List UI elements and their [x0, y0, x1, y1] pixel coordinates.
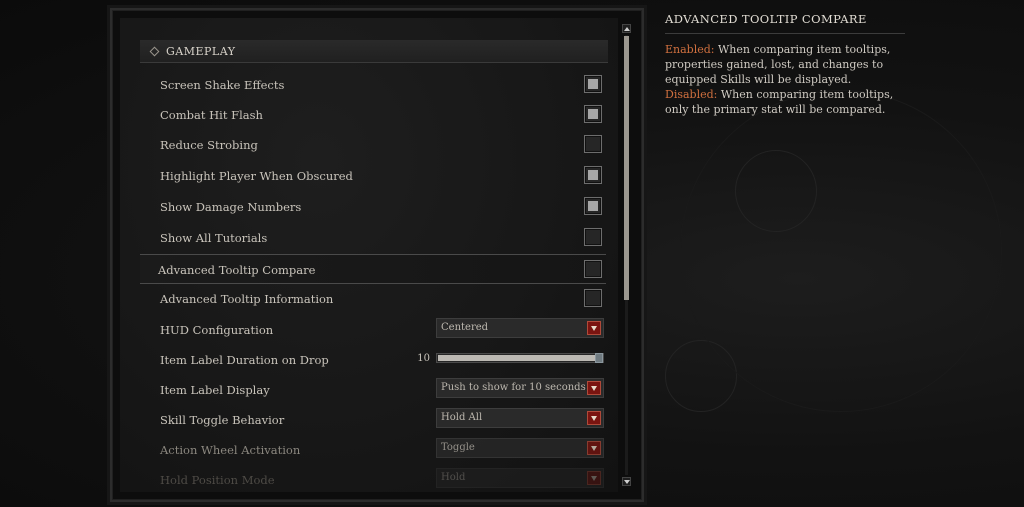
setting-row-item-label-duration[interactable]: Item Label Duration on Drop 10 — [142, 345, 606, 375]
slider-value: 10 — [417, 353, 430, 364]
dropdown-value: Push to show for 10 seconds — [441, 382, 586, 393]
setting-label: HUD Configuration — [160, 323, 274, 337]
setting-label: Advanced Tooltip Compare — [158, 263, 316, 277]
dropdown-value: Toggle — [441, 442, 475, 453]
dropdown-value: Centered — [441, 322, 489, 333]
background-ring — [680, 90, 1002, 412]
setting-row-highlight-player[interactable]: Highlight Player When Obscured — [142, 161, 606, 191]
chevron-down-icon[interactable] — [587, 411, 601, 425]
chevron-down-icon[interactable] — [587, 471, 601, 485]
action-wheel-activation-dropdown[interactable]: Toggle — [436, 438, 604, 458]
hold-position-mode-dropdown[interactable]: Hold — [436, 468, 604, 488]
slider-fill — [438, 355, 597, 361]
item-label-display-dropdown[interactable]: Push to show for 10 seconds — [436, 378, 604, 398]
highlight-player-checkbox[interactable] — [584, 166, 602, 184]
screen-shake-checkbox[interactable] — [584, 75, 602, 93]
setting-label: Skill Toggle Behavior — [160, 413, 285, 427]
setting-row-show-damage-numbers[interactable]: Show Damage Numbers — [142, 192, 606, 222]
settings-scrollbar[interactable] — [622, 24, 631, 486]
setting-row-advanced-tooltip-compare[interactable]: Advanced Tooltip Compare — [140, 254, 606, 284]
settings-panel: GAMEPLAY Screen Shake Effects Combat Hit… — [120, 18, 618, 492]
reduce-strobing-checkbox[interactable] — [584, 135, 602, 153]
tooltip-title: ADVANCED TOOLTIP COMPARE — [665, 12, 905, 34]
setting-row-combat-hit-flash[interactable]: Combat Hit Flash — [142, 100, 606, 130]
show-all-tutorials-checkbox[interactable] — [584, 228, 602, 246]
hud-configuration-dropdown[interactable]: Centered — [436, 318, 604, 338]
setting-row-item-label-display[interactable]: Item Label Display Push to show for 10 s… — [142, 375, 606, 405]
setting-row-advanced-tooltip-information[interactable]: Advanced Tooltip Information — [142, 284, 606, 314]
setting-label: Item Label Duration on Drop — [160, 353, 329, 367]
diamond-icon — [150, 47, 158, 55]
setting-row-action-wheel-activation[interactable]: Action Wheel Activation Toggle — [142, 435, 606, 465]
chevron-down-icon[interactable] — [587, 321, 601, 335]
setting-row-screen-shake[interactable]: Screen Shake Effects — [142, 70, 606, 100]
setting-label: Show Damage Numbers — [160, 200, 302, 214]
advanced-tooltip-compare-checkbox[interactable] — [584, 260, 602, 278]
setting-row-hold-position-mode[interactable]: Hold Position Mode Hold — [142, 465, 606, 492]
setting-label: Item Label Display — [160, 383, 270, 397]
dropdown-value: Hold — [441, 472, 466, 483]
section-header[interactable]: GAMEPLAY — [140, 40, 608, 63]
item-label-duration-slider[interactable] — [436, 353, 604, 363]
skill-toggle-behavior-dropdown[interactable]: Hold All — [436, 408, 604, 428]
settings-frame: GAMEPLAY Screen Shake Effects Combat Hit… — [110, 8, 644, 502]
setting-label: Reduce Strobing — [160, 138, 258, 152]
enabled-label: Enabled: — [665, 43, 715, 56]
chevron-down-icon[interactable] — [587, 441, 601, 455]
disabled-label: Disabled: — [665, 88, 718, 101]
show-damage-numbers-checkbox[interactable] — [584, 197, 602, 215]
tooltip-enabled-description: Enabled: When comparing item tooltips, p… — [665, 42, 905, 87]
setting-label: Hold Position Mode — [160, 473, 275, 487]
setting-label: Action Wheel Activation — [160, 443, 301, 457]
scroll-thumb[interactable] — [624, 36, 629, 300]
setting-row-hud-configuration[interactable]: HUD Configuration Centered — [142, 315, 606, 345]
setting-row-reduce-strobing[interactable]: Reduce Strobing — [142, 130, 606, 160]
tooltip-panel: ADVANCED TOOLTIP COMPARE Enabled: When c… — [665, 12, 905, 117]
tooltip-disabled-description: Disabled: When comparing item tooltips, … — [665, 87, 905, 117]
dropdown-value: Hold All — [441, 412, 483, 423]
setting-label: Highlight Player When Obscured — [160, 169, 353, 183]
combat-hit-flash-checkbox[interactable] — [584, 105, 602, 123]
section-title: GAMEPLAY — [166, 44, 236, 58]
setting-row-show-all-tutorials[interactable]: Show All Tutorials — [142, 223, 606, 253]
setting-label: Show All Tutorials — [160, 231, 268, 245]
scroll-up-arrow-icon[interactable] — [622, 24, 631, 33]
setting-label: Advanced Tooltip Information — [160, 292, 334, 306]
chevron-down-icon[interactable] — [587, 381, 601, 395]
setting-label: Screen Shake Effects — [160, 78, 285, 92]
advanced-tooltip-information-checkbox[interactable] — [584, 289, 602, 307]
slider-handle[interactable] — [595, 353, 603, 363]
scroll-down-arrow-icon[interactable] — [622, 477, 631, 486]
setting-label: Combat Hit Flash — [160, 108, 263, 122]
setting-row-skill-toggle-behavior[interactable]: Skill Toggle Behavior Hold All — [142, 405, 606, 435]
